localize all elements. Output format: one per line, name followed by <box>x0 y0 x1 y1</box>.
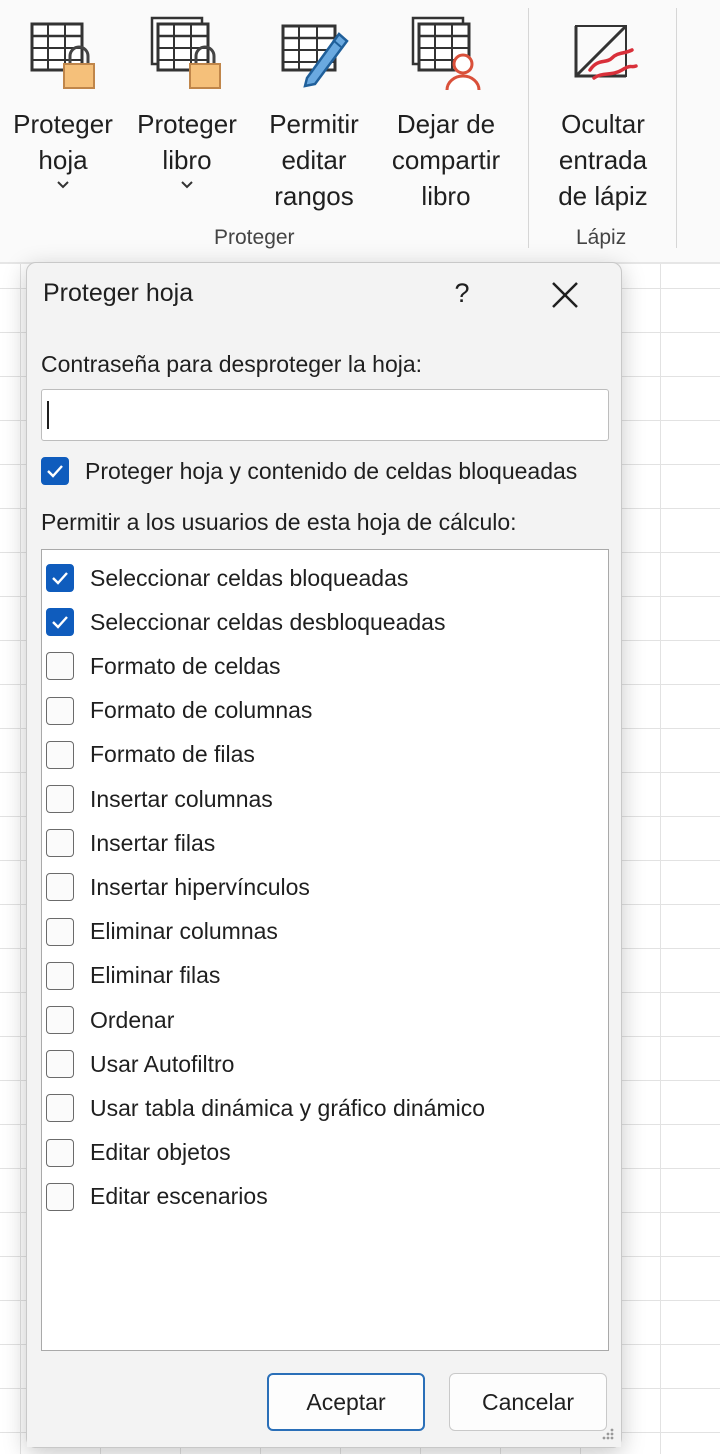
protect-workbook-button[interactable]: Proteger libro <box>128 14 246 192</box>
permission-checkbox[interactable] <box>46 873 74 902</box>
permission-checkbox[interactable] <box>46 961 74 990</box>
permission-label: Eliminar filas <box>90 962 221 989</box>
permission-item[interactable]: Formato de celdas <box>46 648 280 684</box>
hide-ink-icon <box>574 24 638 80</box>
permission-item[interactable]: Eliminar columnas <box>46 914 278 950</box>
permission-item[interactable]: Ordenar <box>46 1002 174 1038</box>
protect-sheet-label: Proteger hoja <box>13 109 113 175</box>
permissions-list[interactable]: Seleccionar celdas bloqueadas Seleccionar… <box>41 549 609 1351</box>
permission-checkbox[interactable] <box>46 917 74 946</box>
ok-button[interactable]: Aceptar <box>267 1373 425 1431</box>
hide-ink-button[interactable]: Ocultar entrada de lápiz <box>548 14 658 214</box>
permission-label: Insertar filas <box>90 829 216 856</box>
dialog-body: Contraseña para desproteger la hoja: Pro… <box>27 329 621 1447</box>
permission-label: Usar tabla dinámica y gráfico dinámico <box>90 1094 486 1121</box>
permission-checkbox[interactable] <box>46 785 74 813</box>
chevron-down-icon <box>57 181 69 189</box>
permission-item[interactable]: Usar tabla dinámica y gráfico dinámico <box>46 1090 485 1126</box>
permission-checkbox[interactable] <box>46 1138 74 1167</box>
permission-item[interactable]: Usar Autofiltro <box>46 1046 234 1082</box>
unshare-workbook-icon <box>411 16 481 91</box>
resize-grip-icon[interactable] <box>599 1427 615 1443</box>
permission-label: Insertar columnas <box>90 785 273 812</box>
checkmark-icon <box>52 572 68 585</box>
checkmark-icon <box>52 616 68 629</box>
permission-label: Editar escenarios <box>90 1183 268 1210</box>
permission-item[interactable]: Formato de columnas <box>46 693 312 729</box>
hide-ink-label: Ocultar entrada de lápiz <box>558 109 648 211</box>
permission-checkbox[interactable] <box>46 608 74 637</box>
chevron-down-icon <box>181 181 193 189</box>
allow-users-label: Permitir a los usuarios de esta hoja de … <box>41 509 517 535</box>
permission-checkbox[interactable] <box>46 564 74 592</box>
permission-checkbox[interactable] <box>46 696 74 725</box>
dialog-title: Proteger hoja <box>43 279 194 307</box>
permission-label: Seleccionar celdas bloqueadas <box>90 564 409 591</box>
permission-item[interactable]: Insertar hipervínculos <box>46 869 310 905</box>
unshare-workbook-label: Dejar de compartir libro <box>391 109 501 211</box>
close-icon[interactable] <box>547 277 583 313</box>
protect-sheet-checkbox-row[interactable]: Proteger hoja y contenido de celdas bloq… <box>41 455 577 487</box>
help-button[interactable]: ? <box>447 273 477 313</box>
permission-label: Insertar hipervínculos <box>90 873 310 900</box>
permission-checkbox[interactable] <box>46 829 74 858</box>
ribbon: Proteger hoja Proteger libro Permitir ed… <box>0 0 720 262</box>
text-caret <box>47 401 49 429</box>
permission-label: Editar objetos <box>90 1139 231 1166</box>
permission-label: Formato de filas <box>90 741 255 768</box>
unshare-workbook-button[interactable]: Dejar de compartir libro <box>382 14 510 214</box>
protect-sheet-checkbox[interactable] <box>41 457 69 485</box>
allow-edit-ranges-label: Permitir editar rangos <box>269 109 359 211</box>
permission-label: Formato de columnas <box>90 697 313 724</box>
password-label: Contraseña para desproteger la hoja: <box>41 351 423 377</box>
permission-item[interactable]: Seleccionar celdas bloqueadas <box>46 560 408 596</box>
permission-item[interactable]: Seleccionar celdas desbloqueadas <box>46 604 445 640</box>
permission-label: Eliminar columnas <box>90 918 278 945</box>
permission-item[interactable]: Editar escenarios <box>46 1179 268 1215</box>
permission-item[interactable]: Eliminar filas <box>46 958 220 994</box>
allow-edit-ranges-icon <box>281 24 349 88</box>
protect-sheet-dialog: Proteger hoja ? Contraseña para desprote… <box>26 262 622 1448</box>
permission-item[interactable]: Insertar filas <box>46 825 215 861</box>
checkmark-icon <box>47 465 63 478</box>
permission-checkbox[interactable] <box>46 1050 74 1079</box>
group-label-ink: Lápiz <box>576 226 627 249</box>
permission-checkbox[interactable] <box>46 652 74 681</box>
permission-label: Ordenar <box>90 1006 175 1033</box>
permission-checkbox[interactable] <box>46 1182 74 1211</box>
permission-item[interactable]: Insertar columnas <box>46 781 273 817</box>
protect-workbook-icon <box>150 16 221 89</box>
permission-checkbox[interactable] <box>46 740 74 769</box>
permission-checkbox[interactable] <box>46 1006 74 1034</box>
permission-checkbox[interactable] <box>46 1094 74 1123</box>
permission-label: Formato de celdas <box>90 652 281 679</box>
protect-sheet-button[interactable]: Proteger hoja <box>4 14 122 192</box>
ribbon-group-separator <box>676 8 677 248</box>
permission-label: Usar Autofiltro <box>90 1050 235 1077</box>
permission-item[interactable]: Formato de filas <box>46 737 255 773</box>
protect-workbook-label: Proteger libro <box>137 109 237 175</box>
group-label-protect: Proteger <box>214 226 295 249</box>
permission-item[interactable]: Editar objetos <box>46 1135 231 1171</box>
password-input[interactable] <box>41 389 609 441</box>
protect-sheet-icon <box>30 22 95 89</box>
protect-sheet-option-label: Proteger hoja y contenido de celdas bloq… <box>85 457 578 484</box>
cancel-button[interactable]: Cancelar <box>449 1373 607 1431</box>
allow-edit-ranges-button[interactable]: Permitir editar rangos <box>258 14 370 214</box>
ribbon-group-separator <box>528 8 529 248</box>
permission-label: Seleccionar celdas desbloqueadas <box>90 608 446 635</box>
